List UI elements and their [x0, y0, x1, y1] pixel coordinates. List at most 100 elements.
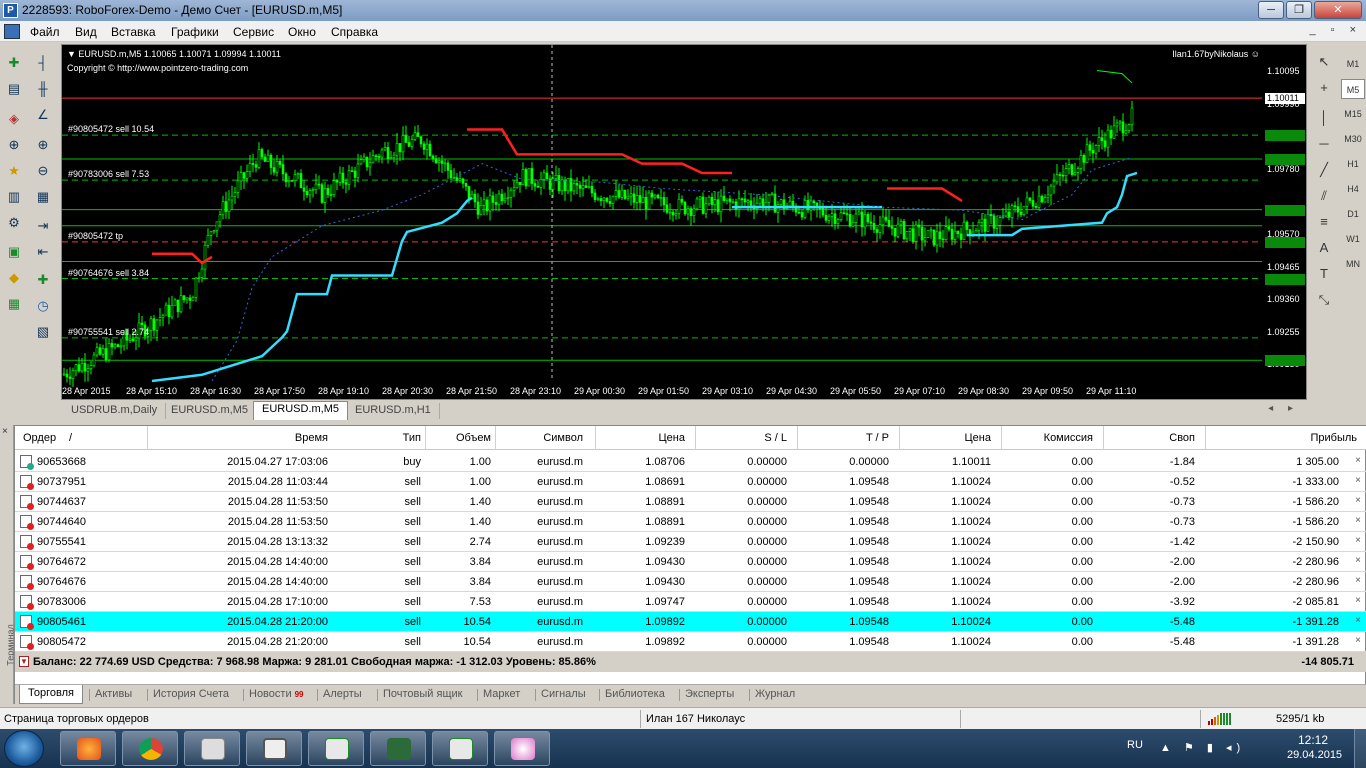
restore-button[interactable]: ❐: [1286, 1, 1312, 19]
terminal-tab[interactable]: Библиотека: [605, 688, 665, 700]
channel-icon[interactable]: ⫽: [1313, 188, 1335, 208]
order-row[interactable]: 90783006 2015.04.28 17:10:00 sell 7.53 eurus…: [15, 592, 1366, 612]
favorites-icon[interactable]: ★: [3, 160, 25, 182]
menu-file[interactable]: Файл: [30, 25, 60, 39]
close-order-icon[interactable]: ×: [1355, 635, 1361, 646]
chart-window-icon[interactable]: [4, 24, 20, 39]
order-row[interactable]: 90805472 2015.04.28 21:20:00 sell 10.54 euru…: [15, 632, 1366, 652]
terminal-tab[interactable]: Алерты: [323, 688, 362, 700]
timeframe-h1[interactable]: H1: [1341, 154, 1365, 174]
chart-tab[interactable]: EURUSD.m,M5: [253, 401, 349, 420]
trendline-icon[interactable]: ╱: [1313, 162, 1335, 182]
zoom-in-icon[interactable]: ⊕: [32, 134, 54, 156]
cursor-icon[interactable]: ↖: [1313, 54, 1335, 74]
new-chart-icon[interactable]: ▣: [3, 241, 25, 263]
vertical-line-icon[interactable]: │: [1313, 110, 1335, 130]
close-order-icon[interactable]: ×: [1355, 535, 1361, 546]
order-row[interactable]: 90764676 2015.04.28 14:40:00 sell 3.84 eurus…: [15, 572, 1366, 592]
order-row[interactable]: 90744640 2015.04.28 11:53:50 sell 1.40 eurus…: [15, 512, 1366, 532]
terminal-tab[interactable]: Эксперты: [685, 688, 734, 700]
tester-icon[interactable]: ⚙: [3, 212, 25, 234]
timeframe-m15[interactable]: M15: [1341, 104, 1365, 124]
expert-advisor-label[interactable]: Ilan1.67byNikolaus ☺: [1172, 49, 1260, 59]
timeframe-mn[interactable]: MN: [1341, 254, 1365, 274]
chart-tab[interactable]: EURUSD.m,M5: [163, 403, 258, 419]
menu-help[interactable]: Справка: [331, 25, 378, 39]
autoscroll-icon[interactable]: ⇥: [32, 215, 54, 237]
candles-icon[interactable]: ╫: [32, 78, 54, 100]
clock-date[interactable]: 29.04.2015: [1287, 749, 1342, 761]
timeframe-w1[interactable]: W1: [1341, 229, 1365, 249]
history-icon[interactable]: ▦: [3, 293, 25, 315]
start-button[interactable]: [4, 730, 44, 767]
menu-window[interactable]: Окно: [288, 25, 316, 39]
chart-shift-icon[interactable]: ⇤: [32, 241, 54, 263]
order-row[interactable]: 90764672 2015.04.28 14:40:00 sell 3.84 eurus…: [15, 552, 1366, 572]
indicators-icon[interactable]: ✚: [32, 269, 54, 291]
text-icon[interactable]: A: [1313, 240, 1335, 260]
arrows-icon[interactable]: ⤡: [1313, 292, 1335, 312]
timeframe-m1[interactable]: M1: [1341, 54, 1365, 74]
order-row[interactable]: 90805461 2015.04.28 21:20:00 sell 10.54 euru…: [15, 612, 1366, 632]
minimize-button[interactable]: ─: [1258, 1, 1284, 19]
header-tp[interactable]: T / P: [866, 432, 889, 444]
timeframe-m30[interactable]: M30: [1341, 129, 1365, 149]
tab-scroll-arrows[interactable]: ◂ ▸: [1268, 403, 1299, 414]
close-order-icon[interactable]: ×: [1355, 515, 1361, 526]
terminal-tab[interactable]: Маркет: [483, 688, 520, 700]
clock-time[interactable]: 12:12: [1298, 733, 1328, 747]
market-watch-icon[interactable]: ▤: [3, 78, 25, 100]
chart-tab[interactable]: USDRUB.m,Daily: [63, 403, 167, 419]
horizontal-line-icon[interactable]: ─: [1313, 136, 1335, 156]
terminal-tab[interactable]: Журнал: [755, 688, 795, 700]
line-chart-icon[interactable]: ∠: [32, 104, 54, 126]
timeframe-m5[interactable]: M5: [1341, 79, 1365, 99]
taskbar-terminal-3[interactable]: [432, 731, 488, 766]
terminal-tab[interactable]: Торговля: [19, 685, 83, 704]
metatrader-app-icon[interactable]: P: [3, 3, 18, 18]
navigator-icon[interactable]: ◈: [3, 108, 25, 130]
order-row[interactable]: 90744637 2015.04.28 11:53:50 sell 1.40 eurus…: [15, 492, 1366, 512]
header-time[interactable]: Время: [295, 432, 328, 444]
close-order-icon[interactable]: ×: [1355, 615, 1361, 626]
autotrading-icon[interactable]: ◆: [3, 267, 25, 289]
terminal-tab[interactable]: Почтовый ящик: [383, 688, 462, 700]
header-symbol[interactable]: Символ: [543, 432, 583, 444]
new-order-icon[interactable]: ✚: [3, 52, 25, 74]
terminal-close-icon[interactable]: ×: [2, 426, 8, 437]
terminal-tab[interactable]: История Счета: [153, 688, 229, 700]
language-indicator[interactable]: RU: [1127, 739, 1143, 751]
close-order-icon[interactable]: ×: [1355, 475, 1361, 486]
timeframe-d1[interactable]: D1: [1341, 204, 1365, 224]
close-order-icon[interactable]: ×: [1355, 495, 1361, 506]
timeframe-h4[interactable]: H4: [1341, 179, 1365, 199]
close-order-icon[interactable]: ×: [1355, 575, 1361, 586]
header-profit[interactable]: Прибыль: [1310, 432, 1357, 444]
header-swap[interactable]: Своп: [1169, 432, 1195, 444]
taskbar-app-window[interactable]: [246, 731, 302, 766]
bar-chart-icon[interactable]: ┤: [32, 52, 54, 74]
header-order[interactable]: Ордер: [23, 432, 56, 444]
order-row[interactable]: 90653668 2015.04.27 17:03:06 buy 1.00 eurusd…: [15, 452, 1366, 472]
taskbar-paint[interactable]: [494, 731, 550, 766]
close-order-icon[interactable]: ×: [1355, 555, 1361, 566]
header-open-price[interactable]: Цена: [659, 432, 685, 444]
close-button[interactable]: ✕: [1314, 1, 1362, 19]
menu-insert[interactable]: Вставка: [111, 25, 156, 39]
taskbar-terminal-2[interactable]: [370, 731, 426, 766]
close-order-icon[interactable]: ×: [1355, 455, 1361, 466]
header-sort[interactable]: /: [69, 432, 72, 444]
periods-icon[interactable]: ◷: [32, 295, 54, 317]
zoom-out-icon[interactable]: ⊖: [32, 160, 54, 182]
menu-view[interactable]: Вид: [75, 25, 97, 39]
header-current-price[interactable]: Цена: [965, 432, 991, 444]
menu-charts[interactable]: Графики: [171, 25, 219, 39]
order-row[interactable]: 90737951 2015.04.28 11:03:44 sell 1.00 eurus…: [15, 472, 1366, 492]
text-label-icon[interactable]: T: [1313, 266, 1335, 286]
header-sl[interactable]: S / L: [764, 432, 787, 444]
header-volume[interactable]: Объем: [456, 432, 491, 444]
tile-windows-icon[interactable]: ▦: [32, 186, 54, 208]
crosshair-tool-icon[interactable]: +: [1313, 80, 1335, 100]
taskbar-printer[interactable]: [184, 731, 240, 766]
chart-tab[interactable]: EURUSD.m,H1: [347, 403, 440, 419]
